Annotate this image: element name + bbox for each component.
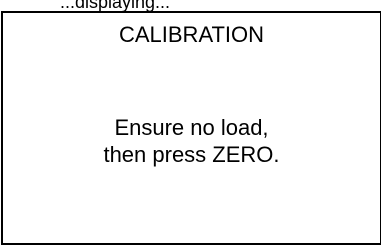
calibration-display-screen: CALIBRATION Ensure no load, then press Z…	[1, 11, 381, 245]
instruction-message: Ensure no load, then press ZERO.	[3, 114, 380, 168]
screen-title: CALIBRATION	[118, 22, 265, 47]
cropped-caption-text: ...displaying...	[60, 0, 171, 12]
instruction-line-1: Ensure no load,	[114, 115, 269, 140]
instruction-line-2: then press ZERO.	[103, 142, 280, 167]
